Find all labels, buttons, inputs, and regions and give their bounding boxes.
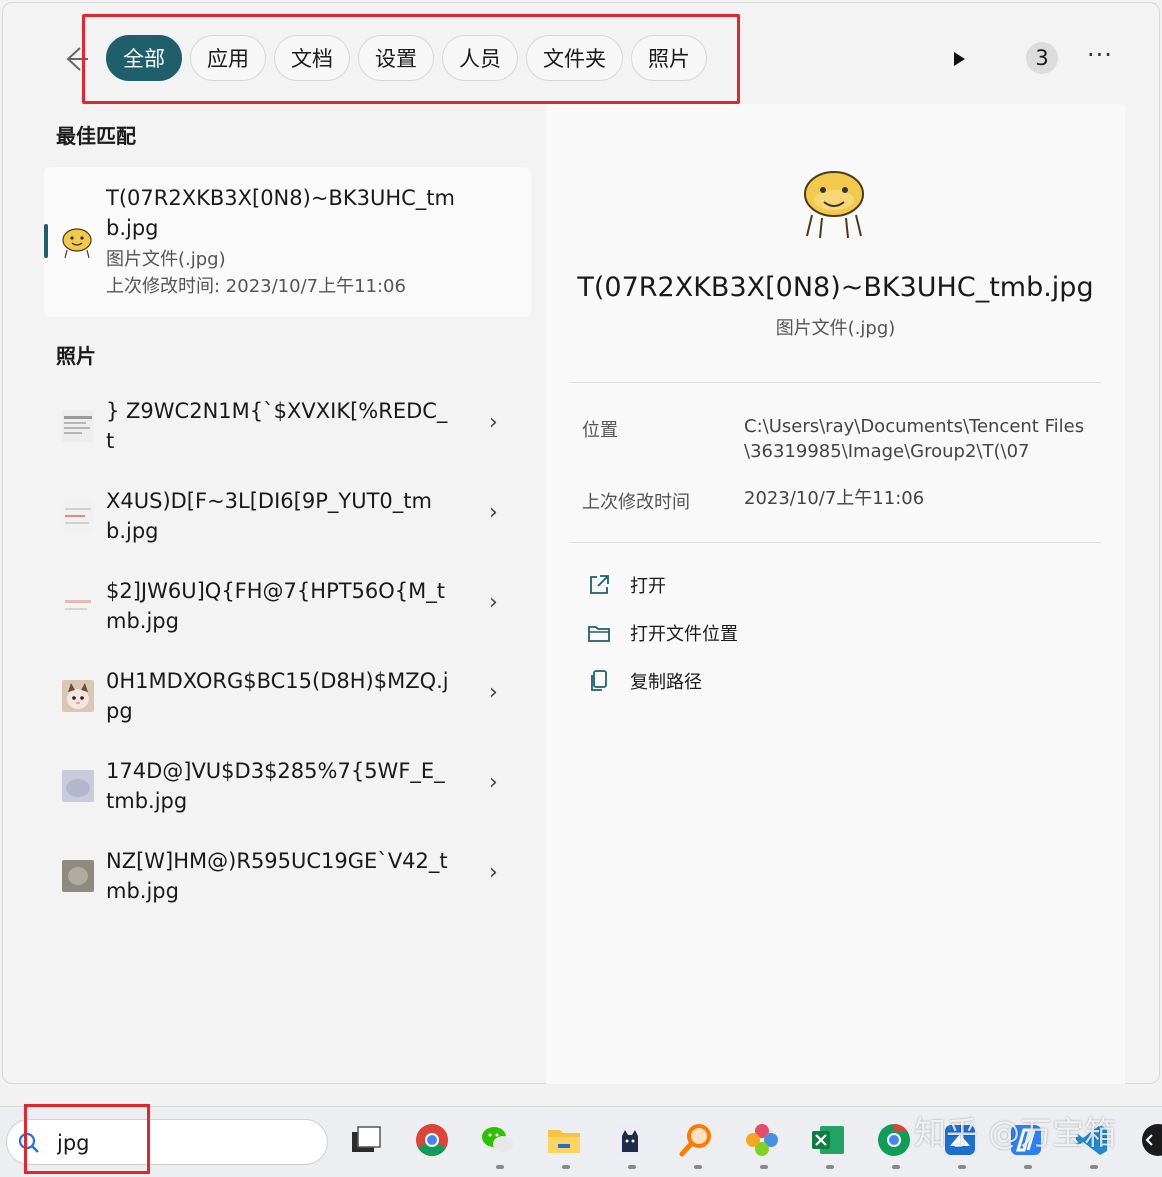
best-match-filename: T(07R2XKB3X[0N8)~BK3UHC_tmb.jpg xyxy=(106,186,455,240)
running-indicator xyxy=(1024,1165,1032,1169)
open-action-label: 打开 xyxy=(630,576,666,597)
copy-icon xyxy=(591,670,607,691)
copy-path-action[interactable]: 复制路径 xyxy=(586,666,702,696)
running-indicator xyxy=(694,1165,702,1169)
chevron-right-icon[interactable]: › xyxy=(489,410,498,435)
photos-app-icon[interactable] xyxy=(744,1122,780,1158)
chevron-right-icon[interactable]: › xyxy=(489,500,498,525)
open-action[interactable]: 打开 xyxy=(586,570,666,600)
photo-filename: 174D@]VU$D3$285%7{5WF_E_tmb.jpg xyxy=(106,759,445,813)
photo-thumbnail-icon xyxy=(62,770,94,802)
modified-label: 上次修改时间 xyxy=(582,492,690,513)
running-indicator xyxy=(562,1165,570,1169)
folder-icon xyxy=(588,626,610,642)
best-match-modified: 上次修改时间: 2023/10/7上午11:06 xyxy=(106,276,406,297)
open-external-icon xyxy=(590,575,609,594)
photo-filename: X4US)D[F~3L[DI6[9P_YUT0_tmb.jpg xyxy=(106,489,432,543)
file-explorer-icon[interactable] xyxy=(546,1122,582,1158)
magnifier-app-icon[interactable] xyxy=(678,1122,714,1158)
rewards-count-badge[interactable]: 3 xyxy=(1026,42,1058,74)
list-item[interactable]: X4US)D[F~3L[DI6[9P_YUT0_tmb.jpg › xyxy=(44,470,531,560)
copy-path-label: 复制路径 xyxy=(630,672,702,693)
best-match-filetype: 图片文件(.jpg) xyxy=(106,249,226,270)
divider xyxy=(570,382,1101,383)
location-label: 位置 xyxy=(582,420,618,441)
running-indicator xyxy=(628,1165,636,1169)
best-match-heading: 最佳匹配 xyxy=(56,124,136,148)
photo-filename: 0H1MDXORG$BC15(D8H)$MZQ.jpg xyxy=(106,669,449,723)
running-indicator xyxy=(826,1165,834,1169)
running-indicator xyxy=(760,1165,768,1169)
list-item[interactable]: 174D@]VU$D3$285%7{5WF_E_tmb.jpg › xyxy=(44,740,531,830)
wechat-icon[interactable] xyxy=(480,1122,516,1158)
document-thumbnail-icon xyxy=(62,590,94,622)
chevron-right-icon[interactable]: › xyxy=(489,590,498,615)
photo-filename: NZ[W]HM@)R595UC19GE`V42_tmb.jpg xyxy=(106,849,448,903)
annotation-box-tabs xyxy=(82,14,740,104)
location-value: C:\Users\ray\Documents\Tencent Files\363… xyxy=(744,416,1085,462)
chevron-right-icon[interactable]: › xyxy=(489,860,498,885)
photos-list: } Z9WC2N1M{`$XVXIK[%REDC_t › X4US)D[F~3L… xyxy=(44,380,531,920)
document-thumbnail-icon xyxy=(62,410,94,442)
code-app-icon[interactable] xyxy=(1140,1122,1162,1158)
open-file-location-label: 打开文件位置 xyxy=(630,624,738,645)
photo-thumbnail-icon xyxy=(62,860,94,892)
divider xyxy=(570,542,1101,543)
open-file-location-action[interactable]: 打开文件位置 xyxy=(586,618,738,648)
chrome-icon[interactable] xyxy=(876,1122,912,1158)
annotation-box-search xyxy=(24,1104,150,1174)
emoji-thumbnail-icon xyxy=(58,223,96,261)
watermark: 知乎 @万宝箱 xyxy=(914,1114,1117,1152)
cat-photo-thumbnail-icon xyxy=(62,680,94,712)
list-item[interactable]: NZ[W]HM@)R595UC19GE`V42_tmb.jpg › xyxy=(44,830,531,920)
running-indicator xyxy=(496,1165,504,1169)
preview-filename: T(07R2XKB3X[0N8)~BK3UHC_tmb.jpg xyxy=(577,272,1094,303)
running-indicator xyxy=(892,1165,900,1169)
list-item[interactable]: } Z9WC2N1M{`$XVXIK[%REDC_t › xyxy=(44,380,531,470)
chrome-icon[interactable] xyxy=(414,1122,450,1158)
modified-value: 2023/10/7上午11:06 xyxy=(744,488,925,509)
list-item[interactable]: 0H1MDXORG$BC15(D8H)$MZQ.jpg › xyxy=(44,650,531,740)
running-indicator xyxy=(958,1165,966,1169)
excel-icon[interactable] xyxy=(810,1122,846,1158)
task-view-icon[interactable] xyxy=(348,1122,384,1158)
play-icon[interactable] xyxy=(944,42,974,76)
best-match-result[interactable]: T(07R2XKB3X[0N8)~BK3UHC_tmb.jpg 图片文件(.jp… xyxy=(44,167,531,317)
photo-filename: $2]JW6U]Q{FH@7{HPT56O{M_tmb.jpg xyxy=(106,579,446,633)
cat-app-icon[interactable] xyxy=(612,1122,648,1158)
chevron-right-icon[interactable]: › xyxy=(489,680,498,705)
photos-heading: 照片 xyxy=(56,344,96,368)
preview-pane: T(07R2XKB3X[0N8)~BK3UHC_tmb.jpg 图片文件(.jp… xyxy=(546,104,1125,1084)
selection-indicator xyxy=(44,224,48,258)
more-options-icon[interactable]: ··· xyxy=(1082,40,1118,74)
document-thumbnail-icon xyxy=(62,500,94,532)
emoji-preview-image xyxy=(794,160,874,240)
list-item[interactable]: $2]JW6U]Q{FH@7{HPT56O{M_tmb.jpg › xyxy=(44,560,531,650)
photo-filename: } Z9WC2N1M{`$XVXIK[%REDC_t xyxy=(106,399,448,453)
chevron-right-icon[interactable]: › xyxy=(489,770,498,795)
running-indicator xyxy=(1090,1165,1098,1169)
preview-filetype: 图片文件(.jpg) xyxy=(775,318,896,339)
